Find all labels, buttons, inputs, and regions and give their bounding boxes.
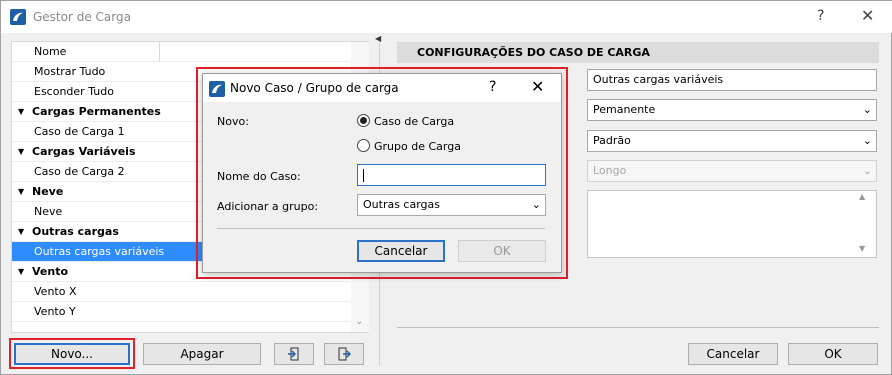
dialog-ok-button: OK [458, 240, 546, 262]
title-bar[interactable]: Gestor de Carga ? ✕ [1, 1, 892, 33]
list-header-label: Nome [34, 45, 67, 58]
expand-triangle-icon[interactable]: ▼ [18, 182, 24, 202]
row-label: Neve [34, 205, 63, 218]
text-cursor [363, 169, 364, 182]
scroll-up-icon[interactable]: ▲ [859, 192, 865, 201]
row-label: Cargas Variáveis [32, 145, 136, 158]
group-select-value: Outras cargas [363, 198, 441, 211]
radio-group[interactable] [357, 139, 370, 152]
section-header[interactable]: CONFIGURAÇÕES DO CASO DE CARGA [397, 42, 879, 63]
divider [397, 327, 879, 328]
export-icon [338, 347, 351, 361]
case-name-input[interactable] [357, 164, 546, 186]
dialog-ok-label: OK [493, 244, 511, 258]
list-item[interactable]: Vento X [12, 282, 350, 302]
case-name-field[interactable]: Outras cargas variáveis [587, 69, 877, 91]
radio-group-label[interactable]: Grupo de Carga [374, 140, 461, 153]
row-label: Neve [32, 185, 64, 198]
dialog-title: Novo Caso / Grupo de carga [230, 81, 399, 95]
duration-select-value: Longo [593, 164, 627, 177]
chevron-down-icon: ⌄ [862, 103, 872, 116]
type-select[interactable]: Pemanente ⌄ [587, 99, 877, 121]
close-icon[interactable]: ✕ [531, 77, 544, 96]
list-item[interactable]: Vento Y [12, 302, 350, 322]
window-title: Gestor de Carga [33, 10, 131, 24]
chevron-down-icon: ⌄ [531, 198, 541, 211]
subtype-select[interactable]: Padrão ⌄ [587, 130, 877, 152]
delete-button-label: Apagar [180, 347, 224, 361]
new-label: Novo: [217, 115, 249, 128]
app-logo-icon [10, 9, 26, 25]
duration-select: Longo ⌄ [587, 160, 877, 182]
column-divider [159, 42, 160, 62]
expand-triangle-icon[interactable]: ▼ [18, 102, 24, 122]
close-icon[interactable]: ✕ [861, 6, 874, 25]
expand-triangle-icon[interactable]: ▼ [18, 262, 24, 282]
radio-case[interactable] [357, 114, 370, 127]
description-textarea[interactable] [587, 190, 877, 258]
add-to-group-label: Adicionar a grupo: [217, 200, 319, 213]
row-label: Cargas Permanentes [32, 105, 161, 118]
dialog-cancel-button[interactable]: Cancelar [357, 240, 445, 262]
import-icon [288, 347, 299, 361]
case-name-label: Nome do Caso: [217, 170, 301, 183]
cancel-button[interactable]: Cancelar [688, 343, 778, 365]
row-label: Vento [32, 265, 69, 278]
dialog-cancel-label: Cancelar [374, 244, 428, 258]
row-label: Caso de Carga 2 [34, 165, 125, 178]
cancel-button-label: Cancelar [706, 347, 760, 361]
type-select-value: Pemanente [593, 103, 656, 116]
import-button[interactable] [274, 343, 314, 365]
highlight-new-button [9, 338, 135, 369]
dialog-divider [217, 228, 545, 229]
radio-case-label[interactable]: Caso de Carga [374, 115, 454, 128]
help-icon[interactable]: ? [817, 8, 824, 24]
dialog-title-bar[interactable]: Novo Caso / Grupo de carga ? ✕ [203, 74, 561, 102]
row-label: Esconder Tudo [34, 85, 114, 98]
expand-triangle-icon[interactable]: ▼ [18, 142, 24, 162]
new-case-dialog: Novo Caso / Grupo de carga ? ✕ Novo: Cas… [202, 73, 562, 273]
row-label: Vento Y [34, 305, 76, 318]
delete-button[interactable]: Apagar [143, 343, 261, 365]
app-logo-icon [209, 81, 225, 97]
ok-button[interactable]: OK [788, 343, 878, 365]
chevron-down-icon: ⌄ [862, 164, 872, 177]
expand-triangle-icon[interactable]: ▼ [18, 222, 24, 242]
export-button[interactable] [324, 343, 364, 365]
row-label: Mostrar Tudo [34, 65, 106, 78]
chevron-down-icon: ⌄ [862, 134, 872, 147]
row-label: Outras cargas [32, 225, 119, 238]
scroll-down-icon[interactable]: ⌄ [355, 316, 363, 327]
subtype-select-value: Padrão [593, 134, 631, 147]
list-header: Nome [12, 42, 350, 62]
ok-button-label: OK [824, 347, 842, 361]
row-label: Outras cargas variáveis [34, 245, 165, 258]
section-title: CONFIGURAÇÕES DO CASO DE CARGA [417, 46, 650, 59]
row-label: Caso de Carga 1 [34, 125, 125, 138]
case-name-value: Outras cargas variáveis [593, 73, 724, 86]
row-label: Vento X [34, 285, 77, 298]
group-select[interactable]: Outras cargas ⌄ [357, 194, 546, 216]
help-icon[interactable]: ? [489, 79, 496, 95]
scroll-down-icon[interactable]: ▼ [859, 244, 865, 253]
